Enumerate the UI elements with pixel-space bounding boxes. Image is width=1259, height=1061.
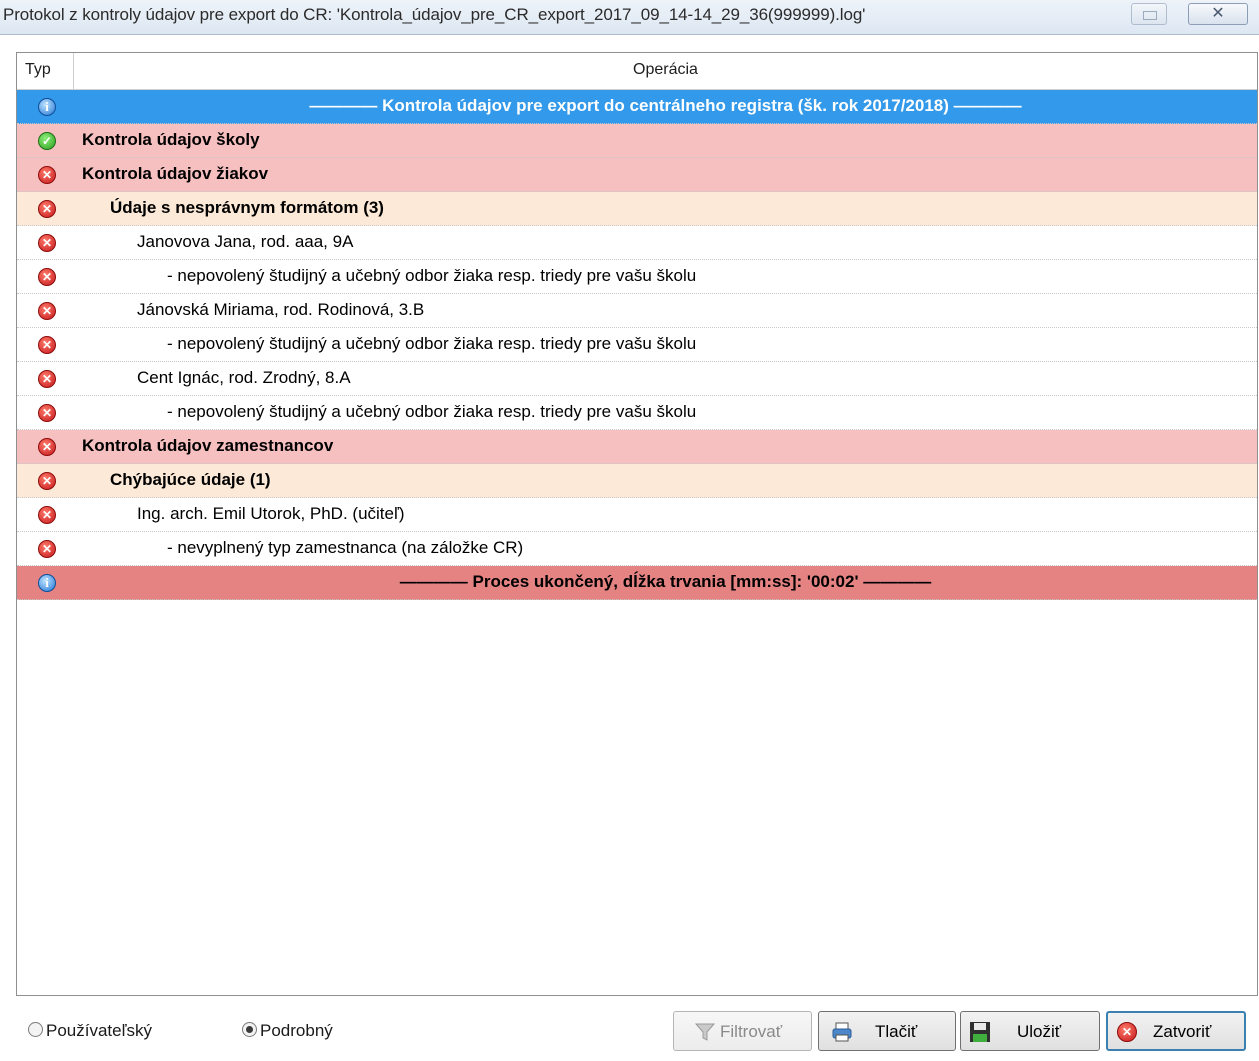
- minimize-icon: [1143, 11, 1157, 20]
- error-icon: ✕: [38, 404, 56, 422]
- minimize-button[interactable]: [1131, 3, 1167, 25]
- grid-header: Typ Operácia: [17, 53, 1257, 90]
- row-text: - nepovolený študijný a učebný odbor žia…: [167, 266, 697, 285]
- printer-icon: [832, 1022, 852, 1042]
- error-icon: ✕: [38, 302, 56, 320]
- row-text: Cent Ignác, rod. Zrodný, 8.A: [137, 368, 351, 387]
- table-row[interactable]: ✕ Ing. arch. Emil Utorok, PhD. (učiteľ): [17, 498, 1257, 532]
- table-row[interactable]: i ———— Proces ukončený, dĺžka trvania [m…: [17, 566, 1257, 600]
- row-text: Ing. arch. Emil Utorok, PhD. (učiteľ): [137, 504, 405, 523]
- row-text: Kontrola údajov školy: [82, 130, 260, 149]
- error-icon: ✕: [38, 506, 56, 524]
- row-text: - nepovolený študijný a učebný odbor žia…: [167, 334, 697, 353]
- close-window-button[interactable]: ✕: [1188, 3, 1248, 25]
- error-icon: ✕: [38, 540, 56, 558]
- error-icon: ✕: [38, 268, 56, 286]
- row-text: - nevyplnený typ zamestnanca (na záložke…: [167, 538, 524, 557]
- table-row[interactable]: i ———— Kontrola údajov pre export do cen…: [17, 90, 1257, 124]
- table-row[interactable]: ✕ - nevyplnený typ zamestnanca (na zálož…: [17, 532, 1257, 566]
- row-text: - nepovolený študijný a učebný odbor žia…: [167, 402, 697, 421]
- radio-detailed-mode[interactable]: Podrobný: [242, 1021, 333, 1043]
- row-text: Kontrola údajov zamestnancov: [82, 436, 334, 455]
- error-icon: ✕: [38, 200, 56, 218]
- table-row[interactable]: ✕ Cent Ignác, rod. Zrodný, 8.A: [17, 362, 1257, 396]
- error-icon: ✕: [38, 472, 56, 490]
- save-button[interactable]: Uložiť: [960, 1011, 1100, 1051]
- table-row[interactable]: ✕ Údaje s nesprávnym formátom (3): [17, 192, 1257, 226]
- radio-user-mode[interactable]: Používateľský: [28, 1021, 152, 1043]
- grid-rows: i ———— Kontrola údajov pre export do cen…: [17, 90, 1257, 600]
- close-icon: ✕: [1211, 5, 1225, 22]
- table-row[interactable]: ✕ Jánovská Miriama, rod. Rodinová, 3.B: [17, 294, 1257, 328]
- error-icon: ✕: [38, 336, 56, 354]
- row-text: ———— Proces ukončený, dĺžka trvania [mm:…: [399, 572, 932, 591]
- column-header-typ[interactable]: Typ: [17, 53, 74, 89]
- filter-icon: [694, 1023, 716, 1041]
- error-icon: ✕: [38, 370, 56, 388]
- radio-label: Podrobný: [260, 1021, 333, 1040]
- error-icon: ✕: [38, 166, 56, 184]
- row-text: ———— Kontrola údajov pre export do centr…: [309, 96, 1022, 115]
- close-button[interactable]: ✕ Zatvoriť: [1106, 1011, 1246, 1051]
- radio-label: Používateľský: [46, 1021, 153, 1040]
- row-text: Kontrola údajov žiakov: [82, 164, 269, 183]
- radio-checked-icon: [242, 1022, 257, 1037]
- table-row[interactable]: ✕ - nepovolený študijný a učebný odbor ž…: [17, 260, 1257, 294]
- radio-unchecked-icon: [28, 1022, 43, 1037]
- print-button[interactable]: Tlačiť: [818, 1011, 956, 1051]
- table-row[interactable]: ✕ Chýbajúce údaje (1): [17, 464, 1257, 498]
- save-icon: [970, 1022, 990, 1042]
- table-row[interactable]: ✕ Kontrola údajov žiakov: [17, 158, 1257, 192]
- row-text: Jánovská Miriama, rod. Rodinová, 3.B: [137, 300, 425, 319]
- table-row[interactable]: ✕ Kontrola údajov zamestnancov: [17, 430, 1257, 464]
- error-icon: ✕: [38, 234, 56, 252]
- row-text: Janovova Jana, rod. aaa, 9A: [137, 232, 354, 251]
- close-error-icon: ✕: [1117, 1022, 1137, 1042]
- info-icon: i: [38, 98, 56, 116]
- info-icon: i: [38, 574, 56, 592]
- row-text: Chýbajúce údaje (1): [110, 470, 271, 489]
- filter-button[interactable]: Filtrovať: [673, 1011, 812, 1051]
- window-title-bar: Protokol z kontroly údajov pre export do…: [0, 0, 1259, 35]
- check-icon: ✓: [38, 132, 56, 150]
- table-row[interactable]: ✕ Janovova Jana, rod. aaa, 9A: [17, 226, 1257, 260]
- table-row[interactable]: ✕ - nepovolený študijný a učebný odbor ž…: [17, 396, 1257, 430]
- table-row[interactable]: ✕ - nepovolený študijný a učebný odbor ž…: [17, 328, 1257, 362]
- log-grid[interactable]: Typ Operácia i ———— Kontrola údajov pre …: [16, 52, 1258, 996]
- error-icon: ✕: [38, 438, 56, 456]
- row-text: Údaje s nesprávnym formátom (3): [110, 198, 384, 217]
- window-title: Protokol z kontroly údajov pre export do…: [3, 5, 866, 24]
- table-row[interactable]: ✓ Kontrola údajov školy: [17, 124, 1257, 158]
